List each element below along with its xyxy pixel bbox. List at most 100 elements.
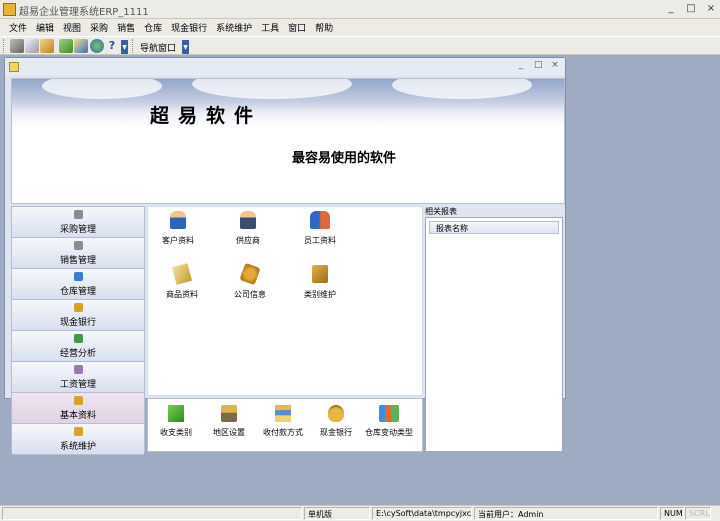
- nav-item-salary[interactable]: 工资管理: [12, 362, 144, 393]
- region-icon: [221, 405, 237, 422]
- tile-label: 类别维护: [304, 290, 336, 299]
- analysis-icon: [74, 334, 83, 343]
- toolbar-grip-2[interactable]: [132, 39, 135, 53]
- tile-income-expense[interactable]: 收支类别: [150, 403, 202, 451]
- tile-region[interactable]: 地区设置: [203, 403, 255, 451]
- main-panel: 客户资料 供应商 员工资料 商品资料 公司信息 类别维护: [147, 206, 423, 396]
- left-nav: 采购管理 销售管理 仓库管理 现金银行 经营分析 工资管理 基本资料 系统维护: [11, 206, 145, 455]
- menu-window[interactable]: 窗口: [283, 19, 310, 36]
- maximize-button[interactable]: □: [686, 3, 696, 15]
- help-icon[interactable]: ?: [105, 39, 119, 53]
- income-expense-icon: [168, 405, 184, 422]
- cash-bank-icon: [328, 405, 344, 422]
- tile-label: 商品资料: [166, 290, 198, 299]
- nav-item-label: 系统维护: [59, 442, 96, 452]
- banner-subtitle: 最容易使用的软件: [292, 151, 397, 166]
- tile-category[interactable]: 类别维护: [290, 263, 350, 307]
- status-scrl: SCRL: [685, 507, 711, 520]
- menu-sales[interactable]: 销售: [112, 19, 139, 36]
- nav-item-label: 仓库管理: [59, 287, 96, 297]
- child-close-button[interactable]: ×: [551, 60, 559, 70]
- tile-company-info[interactable]: 公司信息: [220, 262, 280, 307]
- child-minimize-button[interactable]: _: [517, 60, 525, 70]
- tile-employee[interactable]: 员工资料: [290, 209, 350, 253]
- nav-window-button[interactable]: 导航窗口: [136, 38, 180, 54]
- tile-label: 收支类别: [160, 428, 192, 437]
- status-num: NUM: [660, 507, 684, 520]
- close-button[interactable]: ×: [706, 3, 716, 15]
- reports-panel[interactable]: 报表名称: [425, 217, 563, 452]
- copy-icon[interactable]: [25, 39, 39, 53]
- minimize-button[interactable]: _: [666, 3, 676, 15]
- tile-label: 员工资料: [304, 236, 336, 245]
- nav-item-label: 采购管理: [59, 225, 96, 235]
- child-title-bar: _ □ ×: [5, 58, 565, 76]
- nav-item-label: 销售管理: [59, 256, 96, 266]
- tile-label: 现金银行: [320, 428, 352, 437]
- nav-item-label: 现金银行: [59, 318, 96, 328]
- toolbar-dropdown[interactable]: ▼: [121, 40, 128, 54]
- nav-item-system-maintenance[interactable]: 系统维护: [12, 424, 144, 455]
- employee-icon: [310, 211, 330, 229]
- menu-edit[interactable]: 编辑: [31, 19, 58, 36]
- nav-toolbar-dropdown[interactable]: ▼: [182, 40, 189, 54]
- tile-cash-bank[interactable]: 现金银行: [310, 403, 362, 451]
- purchase-icon: [74, 210, 83, 219]
- reports-column-header[interactable]: 报表名称: [429, 221, 559, 234]
- paste-icon[interactable]: [40, 39, 54, 53]
- bottom-panel: 收支类别 地区设置 收付款方式 现金银行 仓库变动类型: [147, 398, 423, 452]
- salary-icon: [74, 365, 83, 374]
- product-icon: [171, 263, 193, 285]
- tile-label: 公司信息: [234, 290, 266, 299]
- menu-view[interactable]: 视图: [58, 19, 85, 36]
- menu-warehouse[interactable]: 仓库: [139, 19, 166, 36]
- app-icon: [3, 3, 16, 16]
- title-bar: 超易企业管理系统ERP_1111 _ □ ×: [0, 0, 720, 19]
- tile-label: 地区设置: [213, 428, 245, 437]
- banner-title: 超易软件: [150, 105, 263, 127]
- menu-purchase[interactable]: 采购: [85, 19, 112, 36]
- reports-title: 相关报表: [425, 207, 457, 216]
- sales-icon: [74, 241, 83, 250]
- payment-method-icon: [275, 405, 291, 422]
- globe-icon[interactable]: [90, 39, 104, 53]
- cash-bank-icon: [74, 303, 83, 312]
- tile-label: 客户资料: [162, 236, 194, 245]
- nav-item-label: 经营分析: [59, 349, 96, 359]
- banner: 超易软件 最容易使用的软件: [11, 78, 565, 204]
- nav-item-warehouse[interactable]: 仓库管理: [12, 269, 144, 300]
- company-info-icon: [239, 262, 261, 286]
- cut-icon[interactable]: [10, 39, 24, 53]
- refresh-icon[interactable]: [59, 39, 73, 53]
- warehouse-change-icon: [379, 405, 399, 422]
- category-icon: [312, 265, 328, 283]
- tile-product[interactable]: 商品资料: [152, 263, 212, 307]
- menu-cash-bank[interactable]: 现金银行: [166, 19, 211, 36]
- system-maintenance-icon: [74, 427, 83, 436]
- child-maximize-button[interactable]: □: [534, 60, 543, 70]
- menu-tools[interactable]: 工具: [256, 19, 283, 36]
- nav-item-label: 工资管理: [59, 380, 96, 390]
- tile-payment-method[interactable]: 收付款方式: [257, 403, 309, 451]
- app-title: 超易企业管理系统ERP_1111: [19, 7, 149, 18]
- toolbar-grip[interactable]: [3, 39, 6, 53]
- tile-supplier[interactable]: 供应商: [218, 209, 278, 253]
- edit-icon[interactable]: [74, 39, 88, 53]
- supplier-icon: [240, 211, 256, 229]
- nav-item-sales[interactable]: 销售管理: [12, 238, 144, 269]
- tile-label: 收付款方式: [263, 428, 303, 437]
- menu-bar: 文件 编辑 视图 采购 销售 仓库 现金银行 系统维护 工具 窗口 帮助: [0, 19, 720, 36]
- status-empty: [2, 507, 302, 520]
- nav-item-cash-bank[interactable]: 现金银行: [12, 300, 144, 331]
- toolbar: ? ▼ 导航窗口 ▼: [0, 36, 720, 55]
- nav-item-basic-data[interactable]: 基本资料: [12, 393, 144, 424]
- menu-file[interactable]: 文件: [4, 19, 31, 36]
- tile-customer[interactable]: 客户资料: [148, 209, 208, 253]
- status-user: 当前用户：Admin: [474, 507, 658, 520]
- tile-warehouse-change[interactable]: 仓库变动类型: [363, 403, 415, 451]
- menu-help[interactable]: 帮助: [310, 19, 337, 36]
- nav-item-purchase[interactable]: 采购管理: [12, 207, 144, 238]
- nav-item-analysis[interactable]: 经营分析: [12, 331, 144, 362]
- status-mode: 单机版: [304, 507, 370, 520]
- menu-system-maintenance[interactable]: 系统维护: [211, 19, 256, 36]
